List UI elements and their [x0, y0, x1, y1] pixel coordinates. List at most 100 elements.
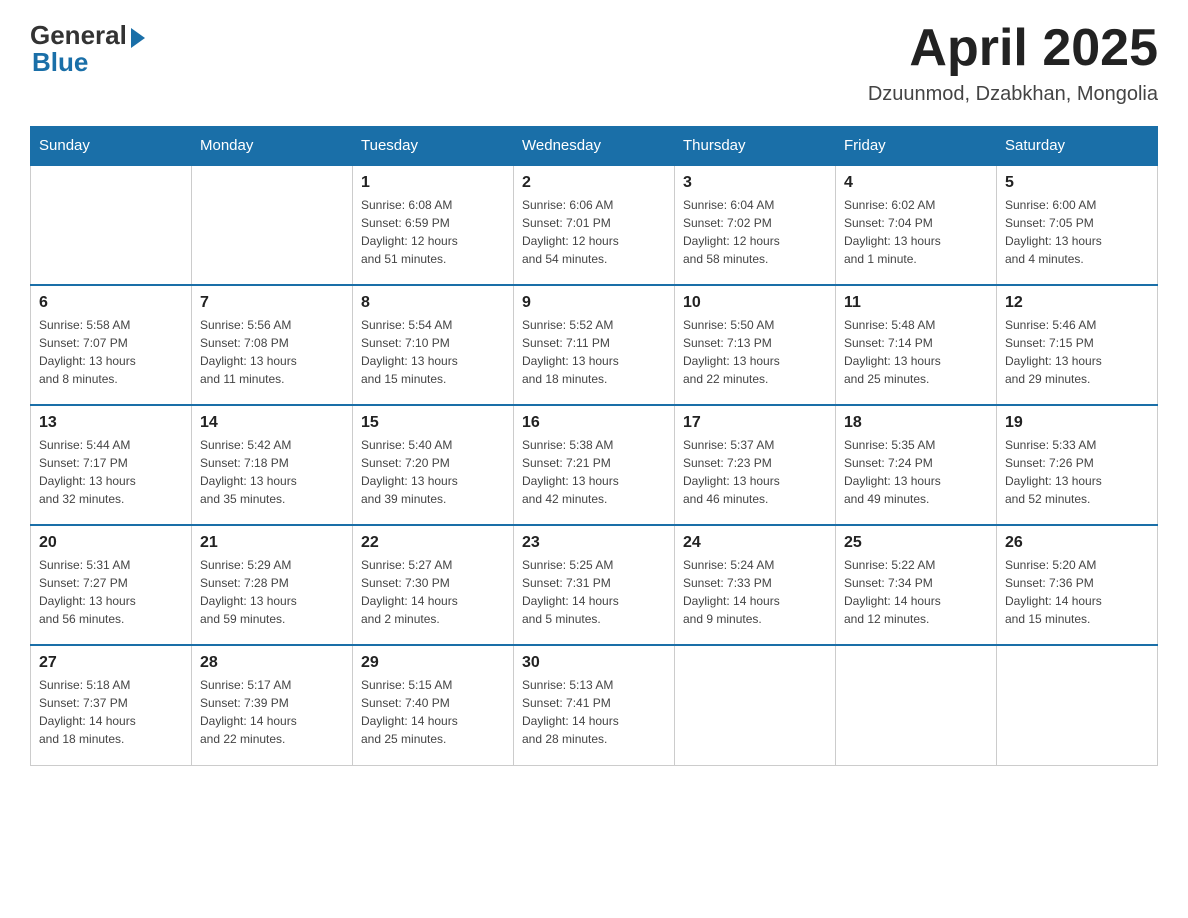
calendar-header-tuesday: Tuesday [353, 127, 514, 166]
calendar-cell: 8 Sunrise: 5:54 AM Sunset: 7:10 PM Daylig… [353, 285, 514, 405]
day-info: Sunrise: 5:54 AM Sunset: 7:10 PM Dayligh… [361, 316, 505, 388]
calendar-cell: 17 Sunrise: 5:37 AM Sunset: 7:23 PM Dayli… [675, 405, 836, 525]
calendar-cell: 18Sunrise: 5:35 AM Sunset: 7:24 PM Dayli… [836, 405, 997, 525]
calendar-cell: 6 Sunrise: 5:58 AM Sunset: 7:07 PM Daylig… [31, 285, 192, 405]
logo-arrow-icon [131, 28, 145, 48]
day-info: Sunrise: 5:40 AM Sunset: 7:20 PM Dayligh… [361, 436, 505, 508]
calendar-cell: 29 Sunrise: 5:15 AM Sunset: 7:40 PM Dayli… [353, 645, 514, 765]
page-header: General Blue April 2025 Dzuunmod, Dzabkh… [30, 20, 1158, 106]
calendar-cell: 30 Sunrise: 5:13 AM Sunset: 7:41 PM Dayli… [514, 645, 675, 765]
day-info: Sunrise: 6:00 AM Sunset: 7:05 PM Dayligh… [1005, 196, 1149, 268]
calendar-cell: 25 Sunrise: 5:22 AM Sunset: 7:34 PM Dayli… [836, 525, 997, 645]
day-number: 19 [1005, 414, 1149, 432]
location-label: Dzuunmod, Dzabkhan, Mongolia [868, 83, 1158, 106]
month-title: April 2025 [868, 20, 1158, 77]
day-number: 24 [683, 534, 827, 552]
calendar-cell: 26Sunrise: 5:20 AM Sunset: 7:36 PM Dayli… [997, 525, 1158, 645]
day-number: 21 [200, 534, 344, 552]
day-number: 23 [522, 534, 666, 552]
calendar-cell: 3 Sunrise: 6:04 AM Sunset: 7:02 PM Daylig… [675, 165, 836, 285]
day-number: 13 [39, 414, 183, 432]
day-info: Sunrise: 5:13 AM Sunset: 7:41 PM Dayligh… [522, 676, 666, 748]
day-info: Sunrise: 5:58 AM Sunset: 7:07 PM Dayligh… [39, 316, 183, 388]
day-number: 27 [39, 654, 183, 672]
week-row-3: 13 Sunrise: 5:44 AM Sunset: 7:17 PM Dayli… [31, 405, 1158, 525]
day-info: Sunrise: 5:31 AM Sunset: 7:27 PM Dayligh… [39, 556, 183, 628]
day-info: Sunrise: 5:27 AM Sunset: 7:30 PM Dayligh… [361, 556, 505, 628]
day-number: 16 [522, 414, 666, 432]
title-section: April 2025 Dzuunmod, Dzabkhan, Mongolia [868, 20, 1158, 106]
day-info: Sunrise: 5:33 AM Sunset: 7:26 PM Dayligh… [1005, 436, 1149, 508]
day-number: 7 [200, 294, 344, 312]
calendar-cell: 5Sunrise: 6:00 AM Sunset: 7:05 PM Daylig… [997, 165, 1158, 285]
day-number: 2 [522, 174, 666, 192]
calendar-header-thursday: Thursday [675, 127, 836, 166]
calendar-cell [192, 165, 353, 285]
day-info: Sunrise: 5:17 AM Sunset: 7:39 PM Dayligh… [200, 676, 344, 748]
day-number: 26 [1005, 534, 1149, 552]
day-number: 1 [361, 174, 505, 192]
week-row-2: 6 Sunrise: 5:58 AM Sunset: 7:07 PM Daylig… [31, 285, 1158, 405]
day-info: Sunrise: 5:22 AM Sunset: 7:34 PM Dayligh… [844, 556, 988, 628]
calendar-header-row: SundayMondayTuesdayWednesdayThursdayFrid… [31, 127, 1158, 166]
day-number: 15 [361, 414, 505, 432]
calendar-cell: 13 Sunrise: 5:44 AM Sunset: 7:17 PM Dayli… [31, 405, 192, 525]
calendar-cell [836, 645, 997, 765]
calendar-cell: 27Sunrise: 5:18 AM Sunset: 7:37 PM Dayli… [31, 645, 192, 765]
calendar-cell [31, 165, 192, 285]
day-info: Sunrise: 6:02 AM Sunset: 7:04 PM Dayligh… [844, 196, 988, 268]
calendar-cell: 15 Sunrise: 5:40 AM Sunset: 7:20 PM Dayli… [353, 405, 514, 525]
day-info: Sunrise: 5:52 AM Sunset: 7:11 PM Dayligh… [522, 316, 666, 388]
day-info: Sunrise: 5:44 AM Sunset: 7:17 PM Dayligh… [39, 436, 183, 508]
calendar-cell: 28Sunrise: 5:17 AM Sunset: 7:39 PM Dayli… [192, 645, 353, 765]
calendar-header-saturday: Saturday [997, 127, 1158, 166]
calendar-cell: 19 Sunrise: 5:33 AM Sunset: 7:26 PM Dayli… [997, 405, 1158, 525]
calendar-cell: 20 Sunrise: 5:31 AM Sunset: 7:27 PM Dayli… [31, 525, 192, 645]
calendar-cell: 16 Sunrise: 5:38 AM Sunset: 7:21 PM Dayli… [514, 405, 675, 525]
calendar-cell: 22 Sunrise: 5:27 AM Sunset: 7:30 PM Dayli… [353, 525, 514, 645]
calendar-cell: 11Sunrise: 5:48 AM Sunset: 7:14 PM Dayli… [836, 285, 997, 405]
logo-blue-text: Blue [32, 47, 88, 78]
calendar-cell: 12Sunrise: 5:46 AM Sunset: 7:15 PM Dayli… [997, 285, 1158, 405]
day-number: 29 [361, 654, 505, 672]
day-info: Sunrise: 5:35 AM Sunset: 7:24 PM Dayligh… [844, 436, 988, 508]
calendar-header-monday: Monday [192, 127, 353, 166]
calendar-cell: 7 Sunrise: 5:56 AM Sunset: 7:08 PM Daylig… [192, 285, 353, 405]
calendar-cell: 9 Sunrise: 5:52 AM Sunset: 7:11 PM Daylig… [514, 285, 675, 405]
day-info: Sunrise: 6:04 AM Sunset: 7:02 PM Dayligh… [683, 196, 827, 268]
logo: General Blue [30, 20, 145, 78]
calendar-cell: 2Sunrise: 6:06 AM Sunset: 7:01 PM Daylig… [514, 165, 675, 285]
calendar-cell: 23 Sunrise: 5:25 AM Sunset: 7:31 PM Dayli… [514, 525, 675, 645]
calendar-cell: 21Sunrise: 5:29 AM Sunset: 7:28 PM Dayli… [192, 525, 353, 645]
week-row-5: 27Sunrise: 5:18 AM Sunset: 7:37 PM Dayli… [31, 645, 1158, 765]
day-number: 14 [200, 414, 344, 432]
calendar-header-wednesday: Wednesday [514, 127, 675, 166]
day-info: Sunrise: 6:08 AM Sunset: 6:59 PM Dayligh… [361, 196, 505, 268]
day-number: 20 [39, 534, 183, 552]
day-number: 6 [39, 294, 183, 312]
day-info: Sunrise: 5:37 AM Sunset: 7:23 PM Dayligh… [683, 436, 827, 508]
day-number: 25 [844, 534, 988, 552]
day-info: Sunrise: 5:56 AM Sunset: 7:08 PM Dayligh… [200, 316, 344, 388]
calendar-cell: 14 Sunrise: 5:42 AM Sunset: 7:18 PM Dayli… [192, 405, 353, 525]
day-number: 12 [1005, 294, 1149, 312]
calendar-cell [675, 645, 836, 765]
day-number: 22 [361, 534, 505, 552]
day-number: 3 [683, 174, 827, 192]
calendar-cell: 10Sunrise: 5:50 AM Sunset: 7:13 PM Dayli… [675, 285, 836, 405]
day-info: Sunrise: 5:15 AM Sunset: 7:40 PM Dayligh… [361, 676, 505, 748]
day-info: Sunrise: 5:25 AM Sunset: 7:31 PM Dayligh… [522, 556, 666, 628]
day-info: Sunrise: 5:50 AM Sunset: 7:13 PM Dayligh… [683, 316, 827, 388]
day-number: 17 [683, 414, 827, 432]
day-info: Sunrise: 5:42 AM Sunset: 7:18 PM Dayligh… [200, 436, 344, 508]
calendar-cell [997, 645, 1158, 765]
day-info: Sunrise: 5:38 AM Sunset: 7:21 PM Dayligh… [522, 436, 666, 508]
day-number: 30 [522, 654, 666, 672]
day-number: 9 [522, 294, 666, 312]
day-number: 4 [844, 174, 988, 192]
calendar-header-sunday: Sunday [31, 127, 192, 166]
calendar-header-friday: Friday [836, 127, 997, 166]
day-number: 8 [361, 294, 505, 312]
calendar-table: SundayMondayTuesdayWednesdayThursdayFrid… [30, 126, 1158, 766]
week-row-4: 20 Sunrise: 5:31 AM Sunset: 7:27 PM Dayli… [31, 525, 1158, 645]
